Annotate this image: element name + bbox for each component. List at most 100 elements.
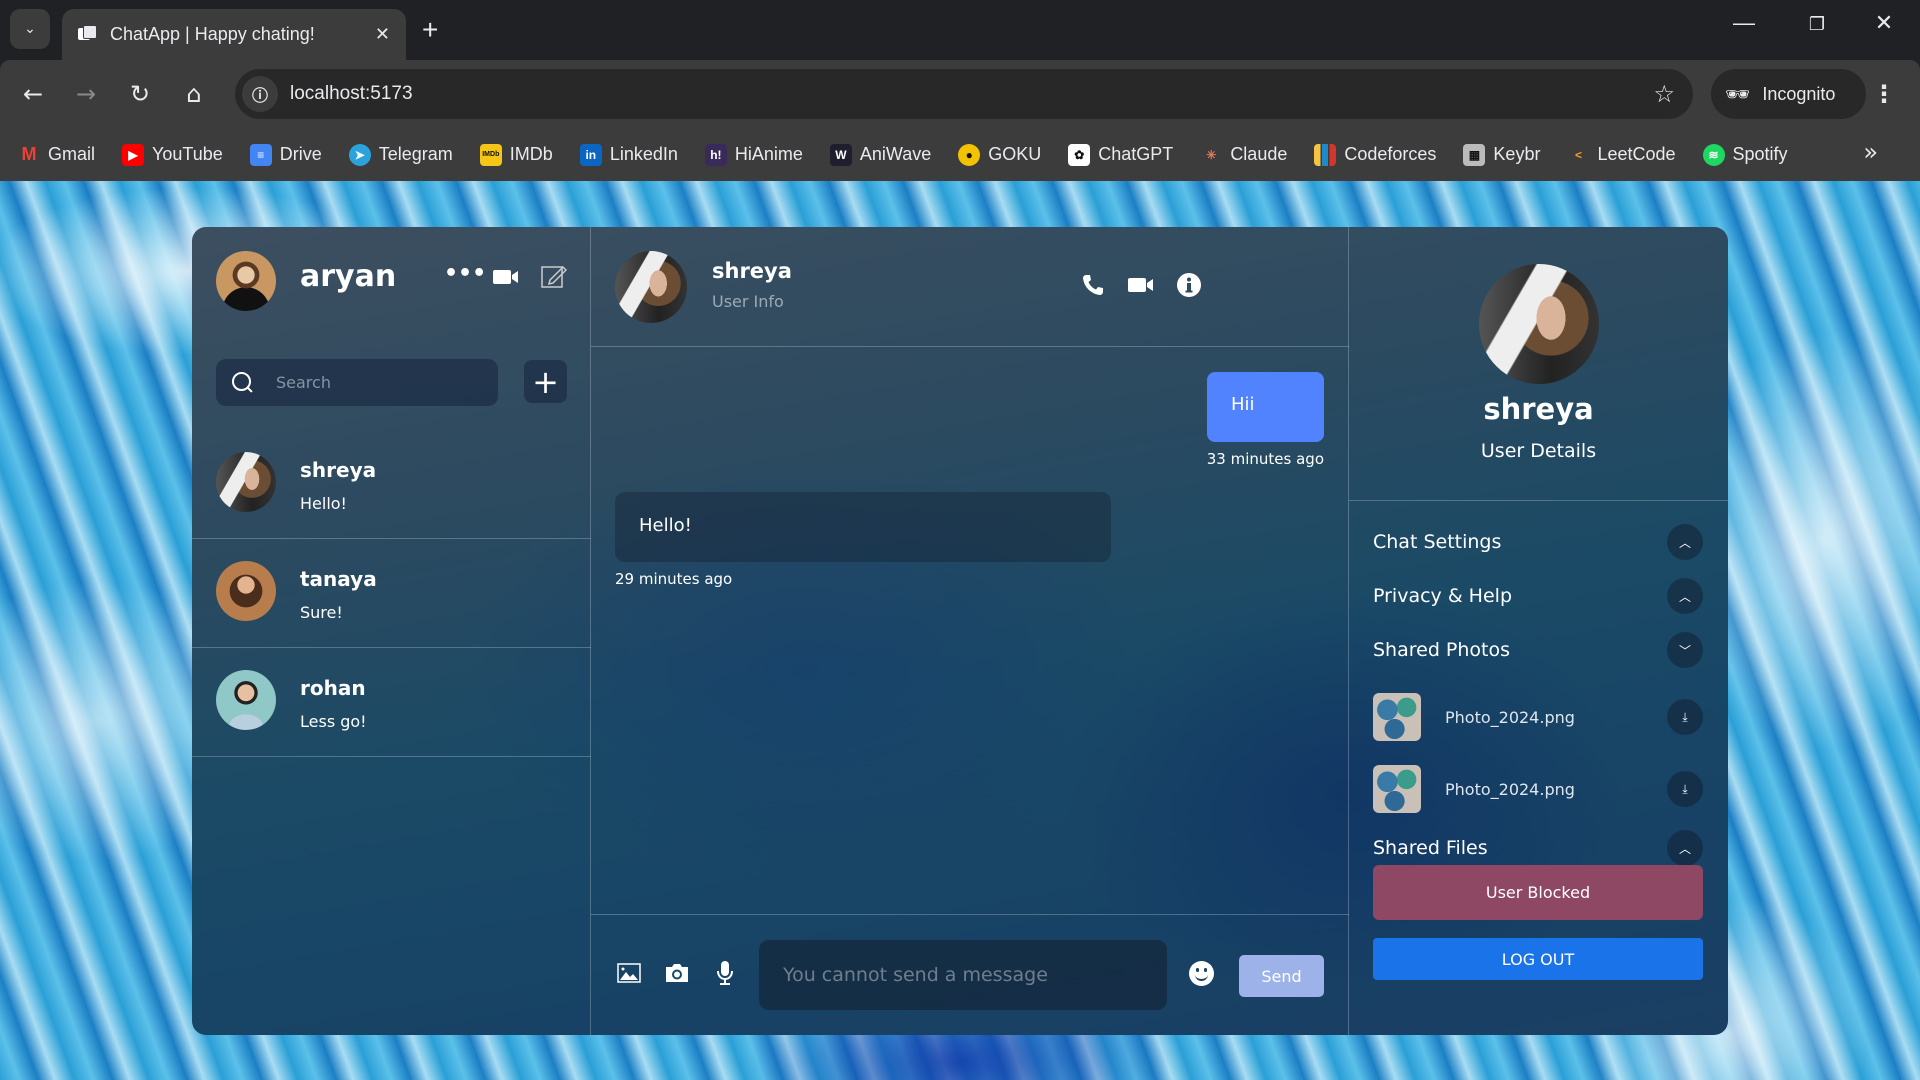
message-composer: Send	[591, 914, 1349, 1035]
bookmark-linkedin[interactable]: in LinkedIn	[579, 143, 678, 166]
block-user-button[interactable]: User Blocked	[1373, 865, 1703, 920]
bookmark-star-icon[interactable]: ☆	[1653, 80, 1675, 108]
image-icon[interactable]	[615, 959, 643, 987]
bookmark-spotify[interactable]: ≋ Spotify	[1702, 143, 1788, 166]
bookmark-telegram[interactable]: ➤ Telegram	[348, 143, 453, 166]
chat-list-item[interactable]: rohan Less go!	[192, 648, 591, 757]
edit-icon[interactable]	[541, 263, 568, 294]
message-timestamp: 33 minutes ago	[1206, 450, 1324, 468]
keybr-icon: ▦	[1463, 143, 1486, 166]
reload-button[interactable]: ↻	[120, 74, 160, 114]
incognito-badge[interactable]: 🕶 Incognito	[1711, 69, 1866, 119]
chat-favicon-icon	[76, 24, 97, 45]
chevron-down-icon: ⌄	[24, 21, 36, 37]
chat-list-item[interactable]: tanaya Sure!	[192, 539, 591, 648]
telegram-icon: ➤	[348, 143, 371, 166]
current-user-avatar[interactable]	[216, 251, 276, 311]
bookmark-leetcode[interactable]: < LeetCode	[1567, 143, 1676, 166]
shared-photo-item: Photo_2024.png ⤓	[1373, 692, 1703, 742]
video-call-icon[interactable]	[1127, 271, 1155, 299]
bookmark-label: Drive	[279, 144, 322, 164]
restore-button[interactable]: ❐	[1797, 14, 1837, 35]
chevron-down-icon[interactable]: ﹀	[1667, 632, 1703, 668]
chevron-up-icon[interactable]: ︿	[1667, 830, 1703, 866]
new-tab-button[interactable]: +	[422, 14, 438, 46]
photo-thumbnail[interactable]	[1373, 765, 1421, 813]
more-bookmarks-icon[interactable]: »	[1863, 138, 1878, 166]
add-user-button[interactable]: +	[524, 360, 567, 403]
bookmark-drive[interactable]: ≡ Drive	[249, 143, 322, 166]
bookmark-youtube[interactable]: ▶ YouTube	[122, 143, 223, 166]
chevron-up-icon[interactable]: ︿	[1667, 578, 1703, 614]
section-shared-files[interactable]: Shared Files ︿	[1373, 828, 1703, 868]
search-input[interactable]	[276, 373, 476, 392]
site-info-icon[interactable]: ⓘ	[242, 76, 278, 112]
linkedin-icon: in	[579, 143, 602, 166]
aniwave-icon: W	[829, 143, 852, 166]
message-input[interactable]	[759, 940, 1167, 1010]
divider	[1349, 500, 1728, 501]
message-timestamp: 29 minutes ago	[615, 570, 733, 588]
phone-icon[interactable]	[1079, 271, 1107, 299]
send-button[interactable]: Send	[1239, 955, 1324, 997]
bookmark-goku[interactable]: ● GOKU	[958, 143, 1042, 166]
chat-last-message: Sure!	[300, 603, 343, 622]
more-options-icon[interactable]: •••	[444, 261, 486, 286]
browser-chrome: ⌄ ChatApp | Happy chating! ✕ + — ❐ ✕ ← →…	[0, 0, 1920, 181]
video-icon[interactable]	[493, 267, 519, 291]
chat-list-item[interactable]: shreya Hello!	[192, 430, 591, 539]
browser-menu-icon[interactable]: ⋮	[1872, 78, 1896, 110]
back-button[interactable]: ←	[13, 74, 53, 114]
goku-icon: ●	[958, 143, 981, 166]
bookmark-gmail[interactable]: M Gmail	[18, 144, 96, 166]
address-bar[interactable]: ⓘ localhost:5173 ☆	[235, 69, 1693, 119]
download-icon[interactable]: ⤓	[1667, 771, 1703, 807]
bookmark-imdb[interactable]: IMDb IMDb	[479, 143, 553, 166]
tab-active[interactable]: ChatApp | Happy chating! ✕	[62, 9, 406, 60]
microphone-icon[interactable]	[711, 959, 739, 987]
close-window-button[interactable]: ✕	[1864, 10, 1904, 36]
drive-docs-icon: ≡	[249, 143, 272, 166]
section-chat-settings[interactable]: Chat Settings ︿	[1373, 522, 1703, 562]
emoji-icon[interactable]	[1189, 961, 1214, 986]
home-icon: ⌂	[186, 80, 202, 108]
bookmark-label: AniWave	[859, 144, 932, 164]
url-text[interactable]: localhost:5173	[290, 83, 1653, 105]
section-label: Chat Settings	[1373, 531, 1502, 553]
youtube-icon: ▶	[122, 143, 145, 166]
section-shared-photos[interactable]: Shared Photos ﹀	[1373, 630, 1703, 670]
download-icon[interactable]: ⤓	[1667, 699, 1703, 735]
bookmark-label: Telegram	[378, 144, 453, 164]
bookmark-label: GOKU	[988, 144, 1042, 164]
shared-photo-item: Photo_2024.png ⤓	[1373, 764, 1703, 814]
contact-name: shreya	[712, 259, 792, 283]
chat-name: tanaya	[300, 567, 377, 591]
bookmark-claude[interactable]: ✳ Claude	[1200, 143, 1288, 166]
info-icon[interactable]	[1175, 271, 1203, 299]
details-name: shreya	[1483, 392, 1594, 426]
tab-search-button[interactable]: ⌄	[10, 9, 50, 49]
arrow-left-icon: ←	[22, 80, 44, 108]
search-box	[216, 359, 498, 406]
tab-close-icon[interactable]: ✕	[375, 24, 390, 45]
photo-thumbnail[interactable]	[1373, 693, 1421, 741]
details-subtitle: User Details	[1480, 440, 1597, 462]
section-privacy-help[interactable]: Privacy & Help ︿	[1373, 576, 1703, 616]
avatar	[216, 452, 276, 512]
bookmark-codeforces[interactable]: ▮ Codeforces	[1314, 143, 1436, 166]
bookmark-label: Claude	[1230, 144, 1288, 164]
home-button[interactable]: ⌂	[174, 74, 214, 114]
logout-button[interactable]: LOG OUT	[1373, 938, 1703, 980]
camera-icon[interactable]	[663, 959, 691, 987]
chevron-up-icon[interactable]: ︿	[1667, 524, 1703, 560]
avatar	[216, 670, 276, 730]
bookmark-chatgpt[interactable]: ✿ ChatGPT	[1068, 143, 1173, 166]
bookmark-hianime[interactable]: h! HiAnime	[704, 143, 803, 166]
imdb-icon: IMDb	[479, 143, 502, 166]
bookmark-keybr[interactable]: ▦ Keybr	[1463, 143, 1540, 166]
contact-avatar[interactable]	[615, 251, 687, 323]
bookmark-aniwave[interactable]: W AniWave	[829, 143, 932, 166]
forward-button[interactable]: →	[66, 74, 106, 114]
minimize-button[interactable]: —	[1724, 10, 1764, 36]
bookmark-label: YouTube	[152, 144, 223, 164]
